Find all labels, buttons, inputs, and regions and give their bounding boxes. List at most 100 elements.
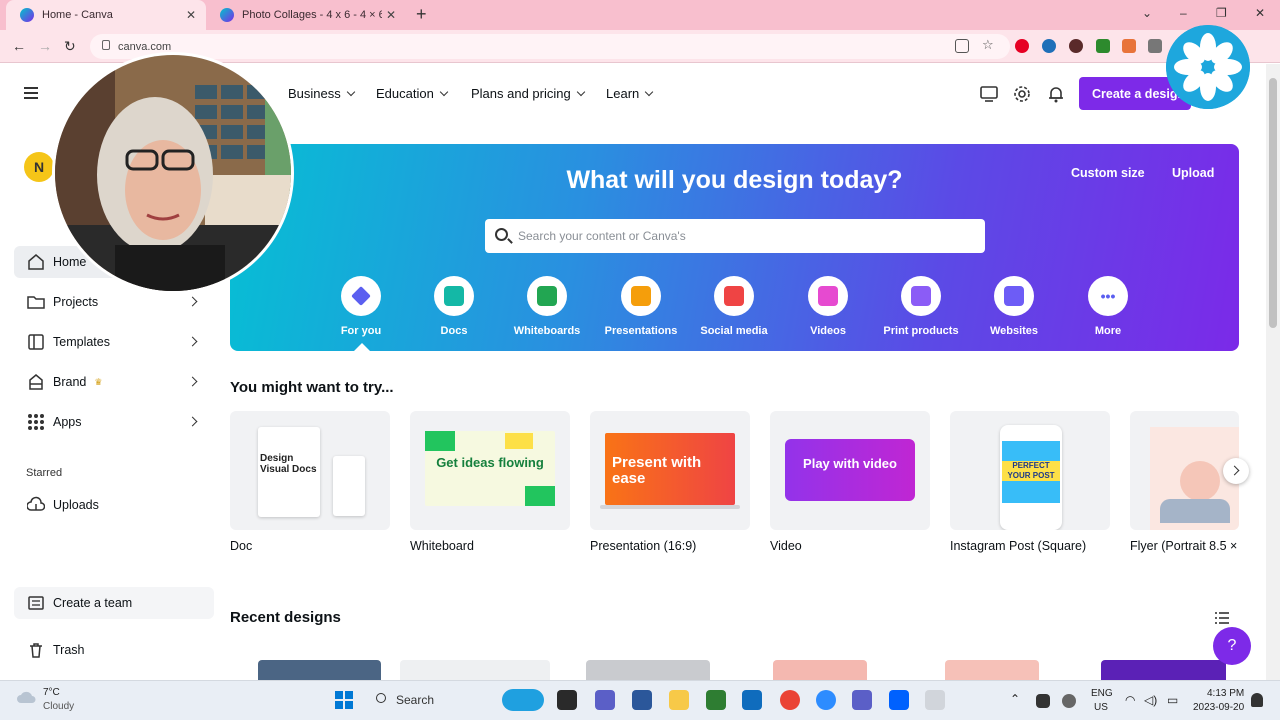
extension-icon[interactable]	[1042, 39, 1056, 53]
back-icon[interactable]: ←	[12, 38, 26, 54]
nav-education[interactable]: Education	[376, 86, 449, 101]
task-view-icon[interactable]	[557, 690, 577, 710]
sidebar-item-apps[interactable]: Apps	[14, 406, 214, 438]
close-icon[interactable]: ✕	[386, 8, 396, 22]
category-docs[interactable]: Docs	[409, 276, 499, 337]
weather-desc[interactable]: Cloudy	[43, 701, 74, 712]
recent-design-thumb[interactable]	[586, 660, 710, 680]
upload-button[interactable]: Upload	[1172, 166, 1214, 180]
card-label[interactable]: Video	[770, 539, 802, 553]
notification-bell-icon[interactable]	[1251, 693, 1263, 707]
create-team-button[interactable]: Create a team	[14, 587, 214, 619]
card-label[interactable]: Instagram Post (Square)	[950, 539, 1086, 553]
sidebar-item-uploads[interactable]: Uploads	[14, 489, 214, 521]
recent-design-thumb[interactable]	[258, 660, 381, 680]
card-label[interactable]: Doc	[230, 539, 252, 553]
weather-temp[interactable]: 7°C	[43, 687, 60, 698]
share-icon[interactable]	[955, 39, 969, 53]
sidebar-item-templates[interactable]: Templates	[14, 326, 214, 358]
category-label: Social media	[700, 325, 768, 337]
template-card-instagram[interactable]: PERFECT YOUR POST	[950, 411, 1110, 530]
hamburger-menu-icon[interactable]	[24, 87, 38, 99]
teams-chat-icon[interactable]	[595, 690, 615, 710]
extension-icon[interactable]	[1096, 39, 1110, 53]
bell-icon[interactable]	[1047, 85, 1065, 103]
forward-icon[interactable]: →	[38, 38, 52, 54]
nav-plans-pricing[interactable]: Plans and pricing	[471, 86, 585, 101]
template-card-video[interactable]: Play with video	[770, 411, 930, 530]
excel-icon[interactable]	[706, 690, 726, 710]
category-print-products[interactable]: Print products	[876, 276, 966, 337]
nav-learn[interactable]: Learn	[606, 86, 654, 101]
volume-icon[interactable]: ◁)	[1144, 693, 1157, 707]
recent-design-thumb[interactable]	[1101, 660, 1226, 680]
card-label[interactable]: Flyer (Portrait 8.5 ×	[1130, 539, 1239, 553]
clock-time[interactable]: 4:13 PM	[1207, 688, 1244, 699]
custom-size-button[interactable]: Custom size	[1071, 166, 1145, 180]
recent-design-thumb[interactable]	[400, 660, 550, 680]
windows-start-icon[interactable]	[334, 690, 354, 710]
url-field[interactable]: canva.com	[90, 34, 1010, 59]
sidebar-item-trash[interactable]: Trash	[14, 634, 214, 666]
input-region[interactable]: US	[1094, 702, 1108, 713]
chevron-up-icon[interactable]: ⌃	[1010, 692, 1020, 706]
wifi-icon[interactable]: ◠	[1125, 693, 1135, 707]
category-presentations[interactable]: Presentations	[596, 276, 686, 337]
page-scrollbar[interactable]	[1266, 64, 1280, 680]
nav-business[interactable]: Business	[288, 86, 355, 101]
pinterest-icon[interactable]	[1015, 39, 1029, 53]
new-tab-icon[interactable]: +	[416, 4, 427, 25]
category-whiteboards[interactable]: Whiteboards	[502, 276, 592, 337]
chrome-icon[interactable]	[780, 690, 800, 710]
sidebar-item-brand[interactable]: Brand ♛	[14, 366, 214, 398]
template-card-presentation[interactable]: Present with ease	[590, 411, 750, 530]
tray-icon[interactable]	[1062, 694, 1076, 708]
word-icon[interactable]	[632, 690, 652, 710]
category-social-media[interactable]: Social media	[689, 276, 779, 337]
category-label: More	[1094, 325, 1122, 337]
presenter-video-image	[55, 55, 291, 291]
teams-icon[interactable]	[852, 690, 872, 710]
close-icon[interactable]: ✕	[186, 8, 196, 22]
category-websites[interactable]: Websites	[969, 276, 1059, 337]
card-label[interactable]: Presentation (16:9)	[590, 539, 696, 553]
category-more[interactable]: ••• More	[1063, 276, 1153, 337]
maximize-icon[interactable]: ❐	[1216, 6, 1227, 20]
extension-icon[interactable]	[1148, 39, 1162, 53]
dropbox-tray-icon[interactable]	[1036, 694, 1050, 708]
input-language[interactable]: ENG	[1091, 688, 1113, 699]
template-card-doc[interactable]: Design Visual Docs	[230, 411, 390, 530]
card-label[interactable]: Whiteboard	[410, 539, 474, 553]
app-icon[interactable]	[925, 690, 945, 710]
bookmark-star-icon[interactable]: ☆	[982, 37, 996, 52]
battery-icon[interactable]: ▭	[1167, 693, 1178, 707]
list-view-icon[interactable]	[1215, 612, 1229, 624]
carousel-next-button[interactable]	[1223, 458, 1249, 484]
template-card-whiteboard[interactable]: Get ideas flowing	[410, 411, 570, 530]
help-button[interactable]: ?	[1213, 627, 1251, 665]
outlook-icon[interactable]	[742, 690, 762, 710]
zoom-icon[interactable]	[816, 690, 836, 710]
taskbar-search[interactable]: Search	[366, 688, 496, 712]
reload-icon[interactable]: ↻	[64, 38, 76, 55]
search-input[interactable]: Search your content or Canva's	[485, 219, 985, 253]
minimize-icon[interactable]: –	[1180, 6, 1187, 20]
extension-icon[interactable]	[1069, 39, 1083, 53]
window-close-icon[interactable]: ✕	[1255, 6, 1265, 20]
recent-design-thumb[interactable]	[773, 660, 867, 680]
clock-date[interactable]: 2023-09-20	[1193, 702, 1244, 713]
scrollbar-thumb[interactable]	[1269, 78, 1277, 328]
extension-icon[interactable]	[1122, 39, 1136, 53]
chevron-down-icon[interactable]: ⌄	[1142, 6, 1152, 20]
avatar[interactable]: N	[24, 152, 54, 182]
gear-icon[interactable]	[1013, 85, 1031, 103]
file-explorer-icon[interactable]	[669, 690, 689, 710]
tab-home-canva[interactable]: Home - Canva ✕	[6, 0, 206, 30]
copilot-icon[interactable]	[502, 689, 544, 711]
dropbox-icon[interactable]	[889, 690, 909, 710]
category-videos[interactable]: Videos	[783, 276, 873, 337]
desktop-app-icon[interactable]	[980, 85, 998, 103]
tab-photo-collages[interactable]: Photo Collages - 4 x 6 - 4 × 6in ✕	[206, 0, 406, 30]
recent-design-thumb[interactable]	[945, 660, 1039, 680]
category-for-you[interactable]: For you	[316, 276, 406, 337]
